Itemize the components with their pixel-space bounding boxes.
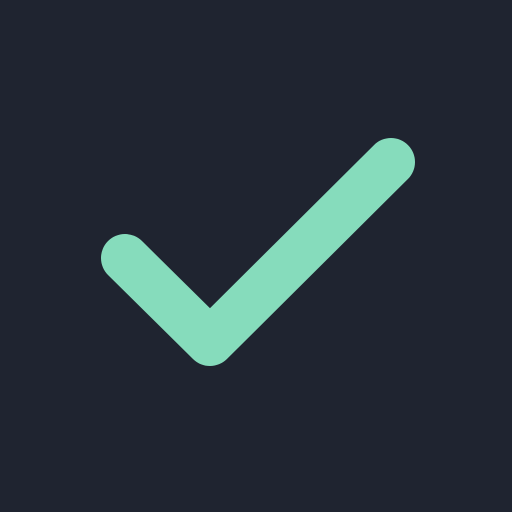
checkmark-icon	[101, 138, 415, 366]
checkmark-stroke	[101, 138, 415, 366]
checkmark-icon-canvas	[0, 0, 512, 512]
